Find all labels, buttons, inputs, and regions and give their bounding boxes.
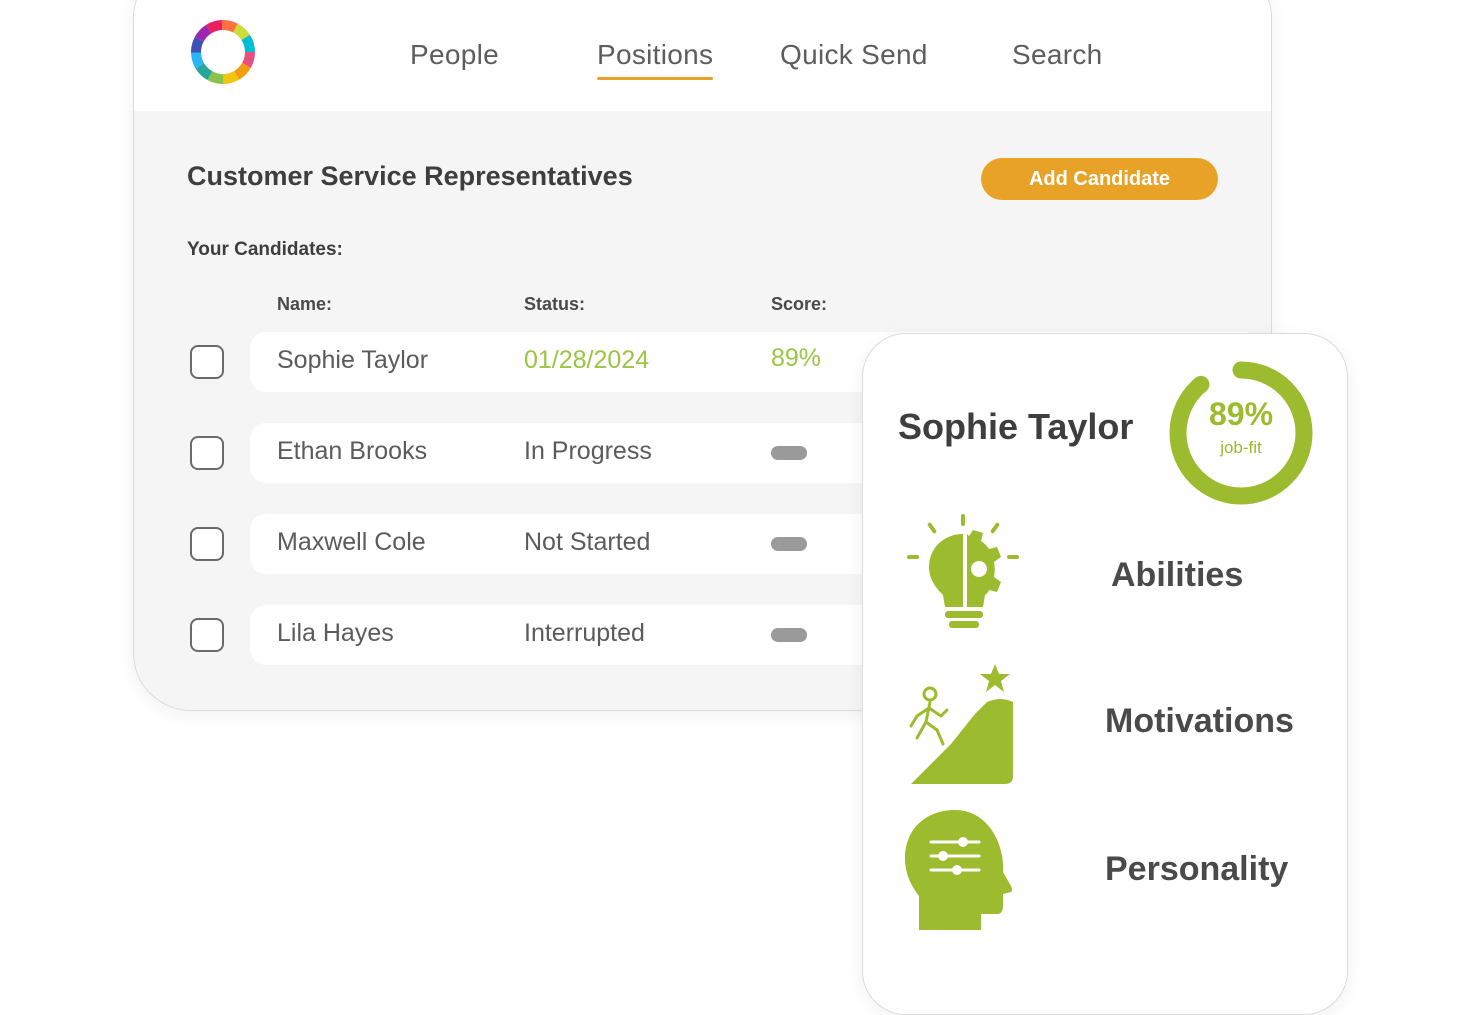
candidate-name: Lila Hayes [277,619,394,647]
row-checkbox-maxwell-cole[interactable] [190,527,224,561]
score-pending-indicator [771,446,807,460]
top-navigation-bar: People Positions Quick Send Search [134,0,1271,111]
head-sliders-icon [903,808,1028,933]
candidate-name: Maxwell Cole [277,528,426,556]
candidate-status: Interrupted [524,619,645,647]
nav-positions-label: Positions [597,39,714,70]
detail-candidate-name: Sophie Taylor [898,406,1134,447]
nav-search[interactable]: Search [1012,39,1103,71]
lightbulb-gear-icon [903,512,1028,637]
candidate-status: In Progress [524,437,652,465]
score-pending-indicator [771,628,807,642]
trait-personality[interactable]: Personality [1105,850,1288,889]
job-fit-percent: 89% [1208,396,1274,432]
column-header-score: Score: [771,294,828,314]
job-fit-ring-arc [1169,361,1313,505]
trait-motivations[interactable]: Motivations [1105,702,1294,741]
climbing-person-star-icon [903,662,1028,787]
row-checkbox-ethan-brooks[interactable] [190,436,224,470]
trait-abilities[interactable]: Abilities [1111,556,1243,595]
nav-quick-send[interactable]: Quick Send [780,39,928,71]
candidates-section-label: Your Candidates: [187,239,343,260]
candidate-name: Sophie Taylor [277,346,429,374]
nav-positions[interactable]: Positions [597,39,714,80]
position-title: Customer Service Representatives [187,161,633,191]
candidate-status: Not Started [524,528,651,556]
row-checkbox-sophie-taylor[interactable] [190,345,224,379]
job-fit-label: job-fit [1220,438,1262,457]
nav-people[interactable]: People [410,39,499,71]
column-header-status: Status: [524,294,586,314]
add-candidate-button[interactable]: Add Candidate [981,158,1218,200]
row-checkbox-lila-hayes[interactable] [190,618,224,652]
candidate-detail-card: Sophie Taylor 89% job-fit Abilities Moti… [862,333,1348,1015]
candidate-score: 89% [771,344,822,372]
active-tab-underline [597,77,714,80]
candidate-status: 01/28/2024 [524,346,650,374]
score-pending-indicator [771,537,807,551]
logo-icon[interactable] [188,17,258,87]
candidate-name: Ethan Brooks [277,437,428,465]
column-header-name: Name: [277,294,333,314]
job-fit-score-ring: 89% job-fit [1166,358,1316,508]
